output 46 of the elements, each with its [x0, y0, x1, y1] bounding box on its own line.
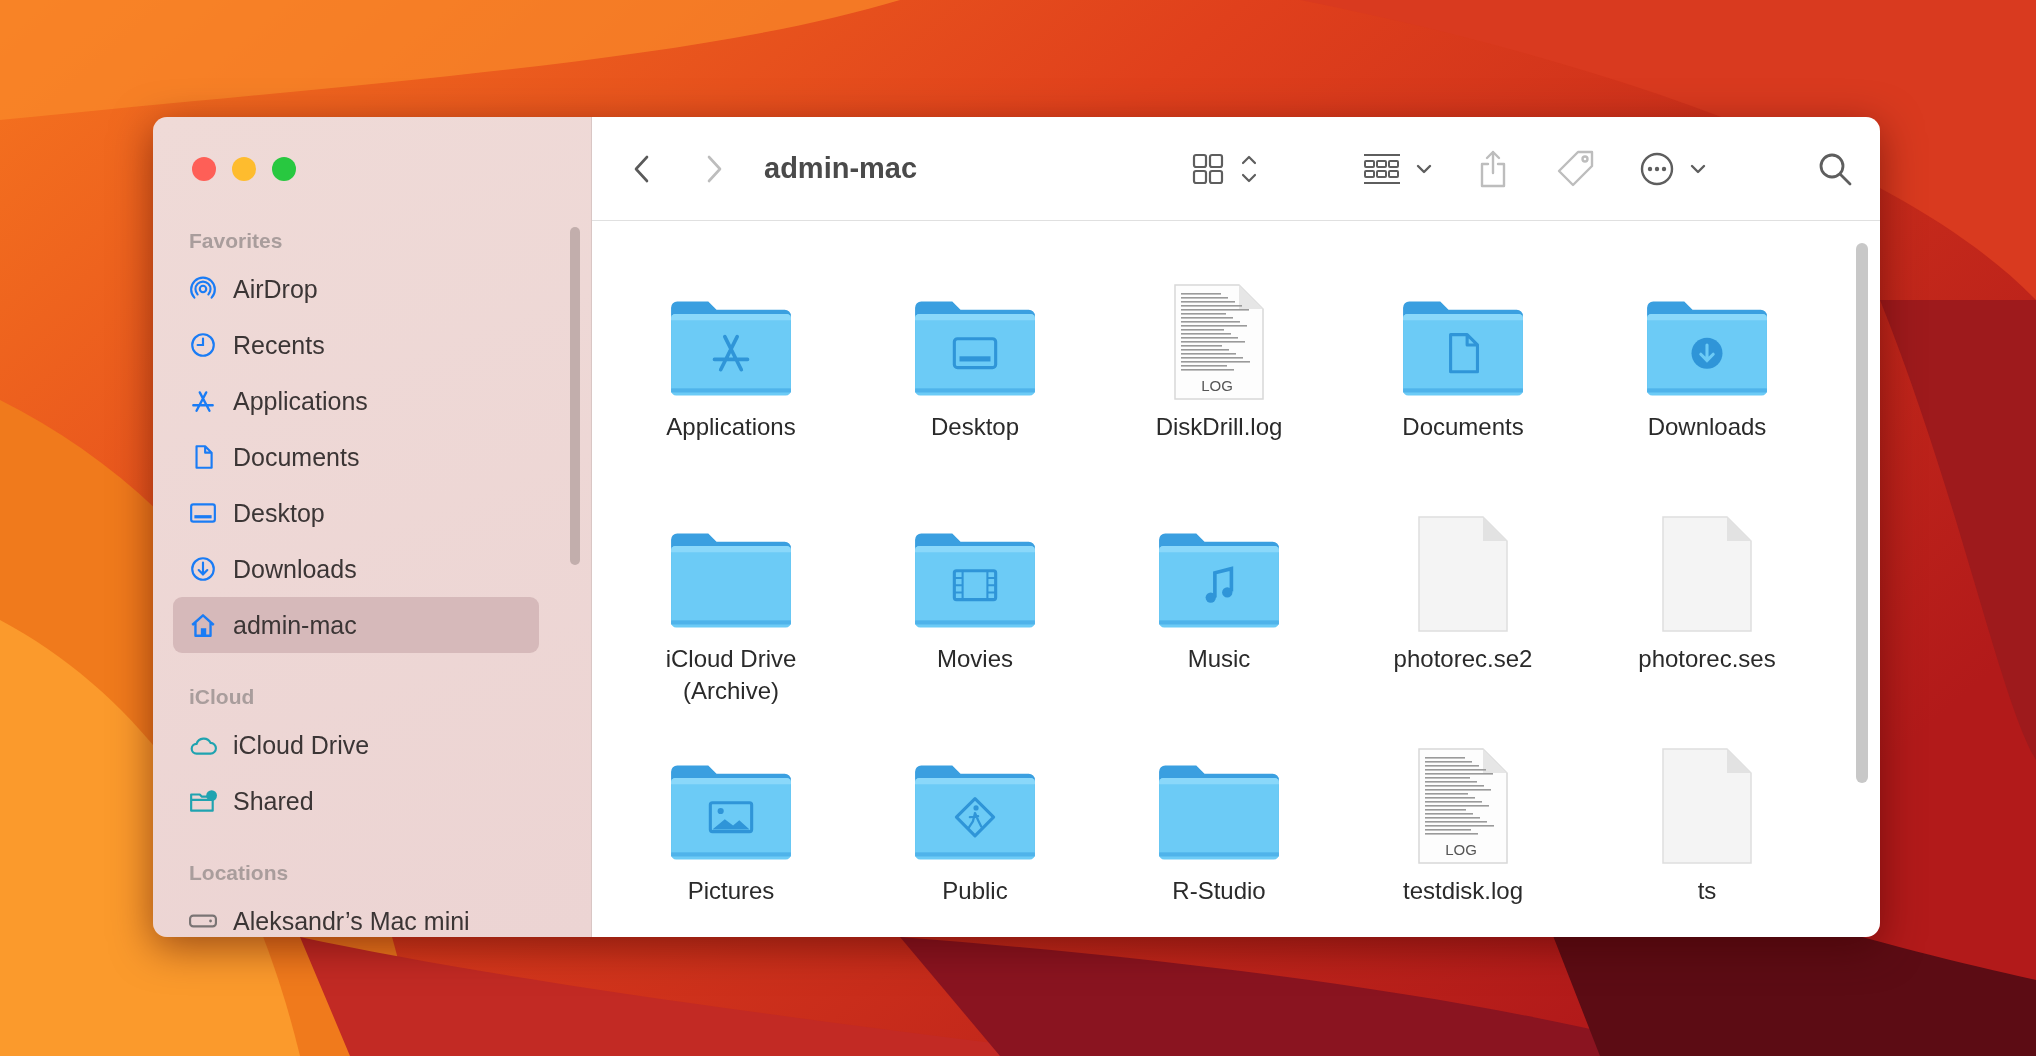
- clock-icon: [189, 331, 217, 359]
- file-name[interactable]: R-Studio: [1119, 875, 1319, 907]
- file-type-label: LOG: [1445, 841, 1477, 858]
- sidebar-item[interactable]: Documents: [173, 429, 539, 485]
- sidebar-item[interactable]: Applications: [173, 373, 539, 429]
- search-icon[interactable]: [1818, 151, 1852, 186]
- file-name[interactable]: iCloud Drive (Archive): [631, 643, 831, 707]
- file-name[interactable]: Applications: [631, 411, 831, 443]
- home-icon: [189, 611, 217, 639]
- window-title: admin-mac: [764, 152, 918, 185]
- file-name[interactable]: Desktop: [875, 411, 1075, 443]
- sidebar-item[interactable]: Recents: [173, 317, 539, 373]
- close-button[interactable]: [192, 157, 216, 181]
- file-name[interactable]: Movies: [875, 643, 1075, 675]
- file-name[interactable]: Public: [875, 875, 1075, 907]
- sidebar-item[interactable]: Aleksandr’s Mac mini: [173, 893, 539, 937]
- file-name[interactable]: Downloads: [1607, 411, 1807, 443]
- file-name[interactable]: photorec.ses: [1607, 643, 1807, 675]
- scrollbar[interactable]: [1856, 243, 1868, 783]
- sidebar-item[interactable]: Shared: [173, 773, 539, 829]
- sidebar-section-title: iCloud: [188, 684, 256, 710]
- file-type-label: LOG: [1201, 377, 1233, 394]
- file-name[interactable]: Pictures: [631, 875, 831, 907]
- sidebar-section-title: Favorites: [188, 228, 284, 254]
- shared-folder-icon: [189, 787, 217, 815]
- blank-file-icon: [1415, 515, 1511, 635]
- download-icon: [189, 555, 217, 583]
- file-name[interactable]: DiskDrill.log: [1119, 411, 1319, 443]
- sidebar-item[interactable]: Desktop: [173, 485, 539, 541]
- blank-file-icon: [1659, 747, 1755, 867]
- group-icon[interactable]: [1362, 152, 1434, 185]
- sidebar-item[interactable]: Downloads: [173, 541, 539, 597]
- blank-file-icon: [1659, 515, 1755, 635]
- minimize-button[interactable]: [232, 157, 256, 181]
- sidebar-item[interactable]: AirDrop: [173, 261, 539, 317]
- file-name[interactable]: testdisk.log: [1363, 875, 1563, 907]
- scrollbar[interactable]: [570, 227, 580, 565]
- file-name[interactable]: Music: [1119, 643, 1319, 675]
- more-icon[interactable]: [1640, 150, 1706, 187]
- file-name[interactable]: Documents: [1363, 411, 1563, 443]
- zoom-button[interactable]: [272, 157, 296, 181]
- sidebar-item[interactable]: admin-mac: [173, 597, 539, 653]
- sidebar-item[interactable]: iCloud Drive: [173, 717, 539, 773]
- file-name[interactable]: photorec.se2: [1363, 643, 1563, 675]
- file-name[interactable]: ts: [1607, 875, 1807, 907]
- sidebar-section-title: Locations: [188, 860, 290, 886]
